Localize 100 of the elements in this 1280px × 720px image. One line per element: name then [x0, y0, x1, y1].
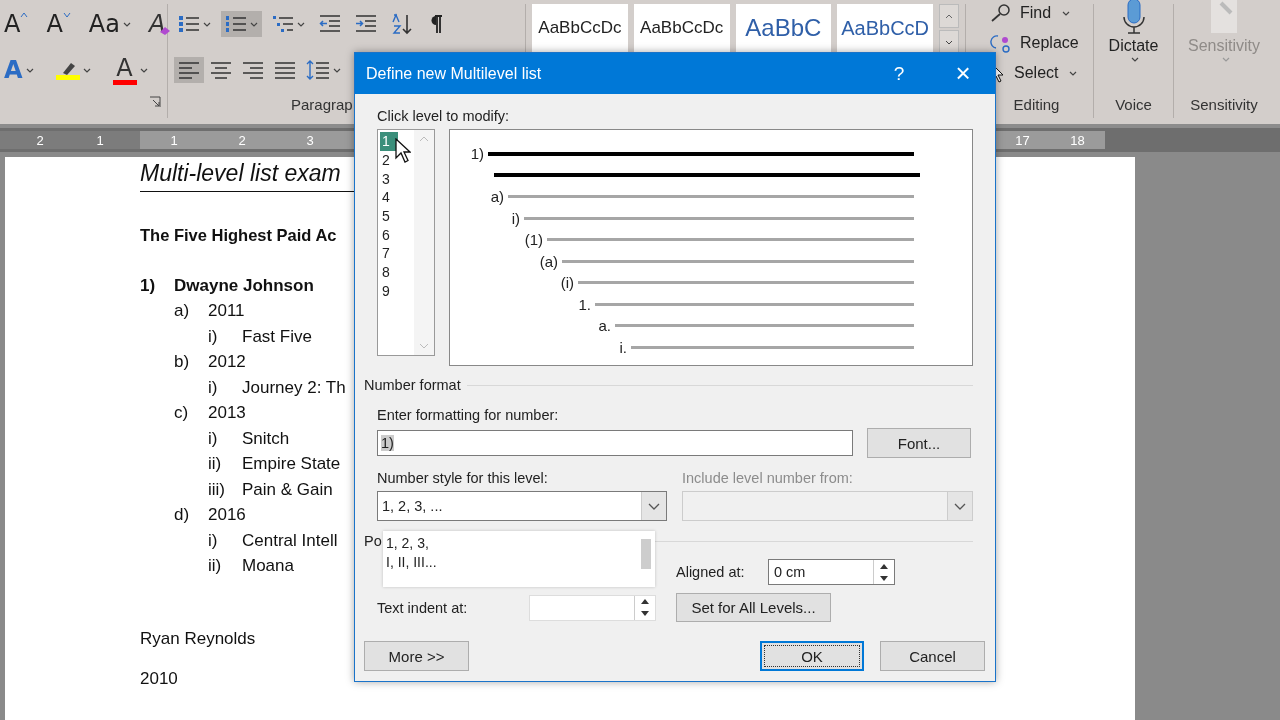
list-item-text: Moana	[242, 556, 294, 577]
field-label: Enter formatting for number:	[377, 407, 560, 423]
align-left-button[interactable]	[174, 57, 204, 83]
down-arrow-icon	[880, 575, 888, 581]
scroll-down-button[interactable]	[939, 30, 959, 54]
level-item[interactable]: 8	[380, 262, 392, 282]
section-label: Number format	[364, 377, 461, 393]
cancel-button[interactable]: Cancel	[880, 641, 985, 671]
down-caret-icon	[62, 12, 71, 18]
level-item[interactable]: 4	[380, 188, 392, 207]
field-label: Number style for this level:	[377, 470, 549, 486]
up-arrow-icon	[880, 563, 888, 569]
list-number: b)	[174, 352, 191, 373]
down-caret-icon	[945, 39, 953, 45]
style-tile[interactable]: AaBbCcDc	[633, 4, 730, 52]
number-style-dropdown[interactable]: 1, 2, 3, ...	[377, 491, 667, 521]
list-number: c)	[174, 403, 190, 424]
line-spacing-icon	[306, 59, 330, 81]
dropdown-option[interactable]: 1, 2, 3,	[386, 535, 429, 551]
ok-button[interactable]: OK	[760, 641, 864, 671]
format-field[interactable]: 1)	[377, 430, 853, 456]
list-number: d)	[174, 505, 191, 526]
group-label: Editing	[1013, 96, 1060, 113]
level-preview-label: a.	[597, 317, 612, 335]
grow-font-button[interactable]: A	[0, 9, 33, 39]
list-item-text: Fast Five	[242, 326, 312, 347]
decrease-indent-icon	[319, 14, 341, 34]
level-preview-label: 1)	[469, 145, 485, 163]
more-button[interactable]: More >>	[364, 641, 469, 671]
font-button[interactable]: Font...	[867, 428, 971, 458]
down-arrow-icon	[641, 611, 649, 616]
increase-indent-icon	[355, 14, 377, 34]
style-tile[interactable]: AaBbCcD	[837, 4, 933, 52]
level-item[interactable]: 9	[380, 281, 392, 301]
list-number: a)	[174, 301, 191, 322]
up-arrow-icon	[641, 599, 649, 604]
justify-icon	[274, 60, 296, 80]
level-item[interactable]: 5	[380, 206, 392, 226]
level-item[interactable]: 3	[380, 169, 392, 189]
style-tile[interactable]: AaBbC	[735, 4, 832, 52]
level-item[interactable]: 7	[380, 244, 392, 263]
dropdown-list[interactable]: 1, 2, 3, I, II, III...	[383, 531, 655, 587]
level-preview-label: i)	[510, 209, 521, 227]
replace-icon	[990, 32, 1012, 54]
ruler-number: 17	[1015, 132, 1030, 148]
list-number: ii)	[208, 454, 223, 475]
set-for-all-levels-button[interactable]: Set for All Levels...	[676, 593, 831, 622]
font-color-button[interactable]: A	[108, 52, 152, 88]
field-label: Include level number from:	[682, 470, 854, 486]
change-case-button[interactable]: Aa	[84, 9, 135, 39]
list-item-text: Journey 2: Th	[242, 377, 346, 398]
list-number: i)	[208, 377, 219, 398]
list-number: iii)	[208, 479, 226, 500]
level-preview-label: (i)	[559, 274, 575, 292]
level-preview-label: (1)	[523, 231, 544, 249]
align-center-icon	[210, 60, 232, 80]
align-right-icon	[242, 60, 264, 80]
text-indent-field[interactable]	[529, 594, 656, 621]
level-item[interactable]: 2	[380, 150, 392, 170]
dialog-launcher-icon	[149, 96, 161, 108]
dictate-button[interactable]: Dictate	[1100, 0, 1167, 65]
level-list[interactable]: 1 2 3 4 5 6 7 8 9	[377, 129, 435, 356]
list-item-text: Snitch	[242, 428, 290, 449]
up-caret-icon	[419, 136, 429, 142]
ruler-number: 2	[238, 132, 246, 148]
level-item[interactable]: 6	[380, 225, 392, 245]
search-icon	[990, 4, 1012, 22]
microphone-icon	[1120, 0, 1147, 35]
group-label: Sensitivity	[1190, 96, 1258, 113]
sort-icon	[391, 13, 413, 35]
find-button[interactable]: Find	[986, 0, 1087, 28]
list-number: ii)	[208, 556, 223, 577]
shrink-font-button[interactable]: A	[42, 9, 75, 39]
mouse-pointer-icon	[395, 138, 411, 164]
aligned-at-field[interactable]: 0 cm	[768, 559, 895, 585]
caret-icon	[648, 502, 660, 510]
document-subheading: The Five Highest Paid Ac	[140, 226, 337, 245]
group-label: Voice	[1115, 96, 1152, 113]
dialog-title: Define new Multilevel list	[366, 64, 543, 83]
up-caret-icon	[945, 13, 953, 19]
dropdown-option[interactable]: I, II, III...	[386, 554, 437, 570]
paragraph-text: 2010	[140, 669, 178, 689]
paragraph-text: Ryan Reynolds	[140, 629, 256, 649]
ruler-number: 3	[306, 132, 314, 148]
list-item-text: 2012	[208, 352, 246, 373]
level-preview-label: a)	[489, 188, 505, 206]
level-item[interactable]: 1	[380, 132, 398, 151]
multilevel-list-icon	[272, 14, 294, 34]
list-number: i)	[208, 530, 219, 551]
numbered-list-icon	[225, 14, 247, 34]
numbering-button[interactable]	[221, 11, 262, 37]
list-item-text: Dwayne Johnson	[174, 275, 314, 296]
help-button[interactable]: ?	[867, 53, 931, 94]
style-tile[interactable]: AaBbCcDc	[532, 4, 628, 52]
group-label: Paragrap	[291, 96, 353, 113]
list-number: i)	[208, 428, 219, 449]
ruler-number: 18	[1070, 132, 1085, 148]
ruler-number: 1	[170, 132, 178, 148]
clear-formatting-button[interactable]: A	[144, 9, 176, 39]
bullet-list-icon	[178, 14, 200, 34]
